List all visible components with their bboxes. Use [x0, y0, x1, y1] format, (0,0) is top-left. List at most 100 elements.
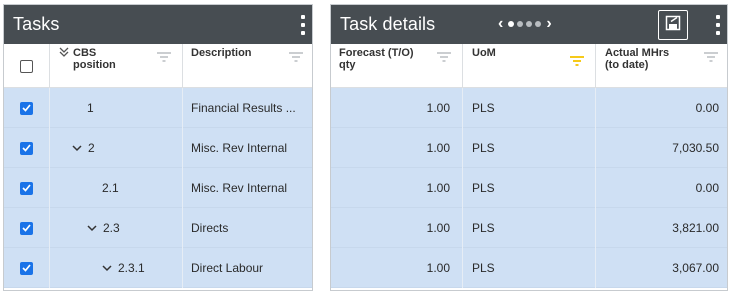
actual-mhrs-value: 0.00	[695, 181, 719, 195]
actual-mhrs-header[interactable]: Actual MHrs (to date)	[596, 44, 727, 88]
row-select-cell	[4, 168, 50, 208]
uom-value: PLS	[472, 141, 495, 155]
description-label: Description	[191, 47, 252, 59]
cbs-value: 1	[87, 101, 94, 115]
description-header[interactable]: Description	[183, 44, 312, 88]
tasks-title: Tasks	[13, 14, 60, 34]
filter-icon[interactable]	[703, 51, 719, 63]
tasks-header-row: CBS position Description	[4, 44, 312, 88]
active-filter-icon[interactable]	[569, 55, 585, 67]
row-select-cell	[4, 88, 50, 128]
description-value: Directs	[191, 221, 229, 235]
save-button[interactable]	[658, 10, 688, 40]
uom-value: PLS	[472, 261, 495, 275]
actual-mhrs-value: 3,821.00	[672, 221, 719, 235]
uom-cell: PLS	[463, 248, 596, 288]
pager-prev-icon[interactable]: ‹	[498, 14, 503, 34]
table-row[interactable]: 2.3 Directs	[4, 208, 312, 248]
pager-dot[interactable]	[526, 21, 533, 27]
row-checkbox[interactable]	[20, 141, 33, 155]
forecast-value: 1.00	[426, 141, 450, 155]
description-value: Financial Results ...	[191, 101, 296, 115]
select-all-checkbox[interactable]	[20, 59, 33, 73]
task-details-panel: Task details ‹ › Forecast (T/O) qty UoM …	[330, 4, 728, 291]
uom-cell: PLS	[463, 128, 596, 168]
actual-mhrs-cell: 3,067.00	[596, 248, 727, 288]
description-cell: Financial Results ...	[183, 88, 312, 128]
details-title: Task details	[340, 14, 436, 34]
pager-dots	[508, 21, 542, 27]
forecast-cell: 1.00	[331, 128, 463, 168]
cbs-cell: 2.3	[50, 208, 183, 248]
save-icon	[665, 15, 681, 36]
actual-mhrs-value: 7,030.50	[672, 141, 719, 155]
forecast-label: Forecast (T/O) qty	[339, 47, 414, 71]
filter-icon[interactable]	[156, 51, 172, 63]
uom-cell: PLS	[463, 168, 596, 208]
actual-mhrs-cell: 0.00	[596, 88, 727, 128]
forecast-value: 1.00	[426, 221, 450, 235]
forecast-value: 1.00	[426, 261, 450, 275]
table-row[interactable]: 1.00 PLS 7,030.50	[331, 128, 727, 168]
row-checkbox[interactable]	[20, 101, 33, 115]
uom-value: PLS	[472, 181, 495, 195]
cbs-cell: 2.1	[50, 168, 183, 208]
description-cell: Misc. Rev Internal	[183, 168, 312, 208]
collapse-all-icon[interactable]	[58, 46, 70, 61]
row-select-cell	[4, 208, 50, 248]
chevron-down-icon[interactable]	[102, 261, 112, 275]
description-value: Direct Labour	[191, 261, 264, 275]
select-all-cell	[4, 44, 50, 88]
uom-header[interactable]: UoM	[463, 44, 596, 88]
description-cell: Directs	[183, 208, 312, 248]
actual-mhrs-cell: 0.00	[596, 168, 727, 208]
row-select-cell	[4, 128, 50, 168]
chevron-down-icon[interactable]	[72, 141, 82, 155]
table-row[interactable]: 2.1 Misc. Rev Internal	[4, 168, 312, 208]
actual-mhrs-value: 0.00	[695, 101, 719, 115]
forecast-header[interactable]: Forecast (T/O) qty	[331, 44, 463, 88]
table-row[interactable]: 1.00 PLS 0.00	[331, 168, 727, 208]
pager-dot[interactable]	[517, 21, 524, 27]
uom-cell: PLS	[463, 88, 596, 128]
cbs-cell: 1	[50, 88, 183, 128]
column-pager: ‹ ›	[498, 14, 552, 34]
cbs-position-header[interactable]: CBS position	[50, 44, 183, 88]
table-row[interactable]: 2.3.1 Direct Labour	[4, 248, 312, 288]
uom-label: UoM	[472, 47, 496, 59]
chevron-down-icon[interactable]	[87, 221, 97, 235]
actual-mhrs-cell: 7,030.50	[596, 128, 727, 168]
row-checkbox[interactable]	[20, 261, 33, 275]
pager-next-icon[interactable]: ›	[546, 14, 551, 34]
details-header-row: Forecast (T/O) qty UoM Actual MHrs (to d…	[331, 44, 727, 88]
cbs-value: 2	[88, 141, 95, 155]
table-row[interactable]: 1.00 PLS 0.00	[331, 88, 727, 128]
row-checkbox[interactable]	[20, 221, 33, 235]
cbs-cell: 2	[50, 128, 183, 168]
table-row[interactable]: 1.00 PLS 3,821.00	[331, 208, 727, 248]
forecast-cell: 1.00	[331, 168, 463, 208]
cbs-value: 2.3.1	[118, 261, 145, 275]
pager-dot[interactable]	[535, 21, 542, 27]
actual-mhrs-cell: 3,821.00	[596, 208, 727, 248]
table-row[interactable]: 2 Misc. Rev Internal	[4, 128, 312, 168]
uom-value: PLS	[472, 221, 495, 235]
tasks-kebab-icon[interactable]	[300, 15, 306, 35]
forecast-cell: 1.00	[331, 248, 463, 288]
table-row[interactable]: 1.00 PLS 3,067.00	[331, 248, 727, 288]
filter-icon[interactable]	[288, 51, 304, 63]
row-checkbox[interactable]	[20, 181, 33, 195]
description-cell: Direct Labour	[183, 248, 312, 288]
actual-mhrs-label: Actual MHrs (to date)	[605, 47, 670, 71]
table-row[interactable]: 1 Financial Results ...	[4, 88, 312, 128]
uom-cell: PLS	[463, 208, 596, 248]
forecast-cell: 1.00	[331, 208, 463, 248]
cbs-cell: 2.3.1	[50, 248, 183, 288]
description-cell: Misc. Rev Internal	[183, 128, 312, 168]
details-kebab-icon[interactable]	[715, 15, 721, 35]
description-value: Misc. Rev Internal	[191, 181, 288, 195]
forecast-cell: 1.00	[331, 88, 463, 128]
pager-dot[interactable]	[508, 21, 515, 27]
filter-icon[interactable]	[436, 51, 452, 63]
forecast-value: 1.00	[426, 181, 450, 195]
